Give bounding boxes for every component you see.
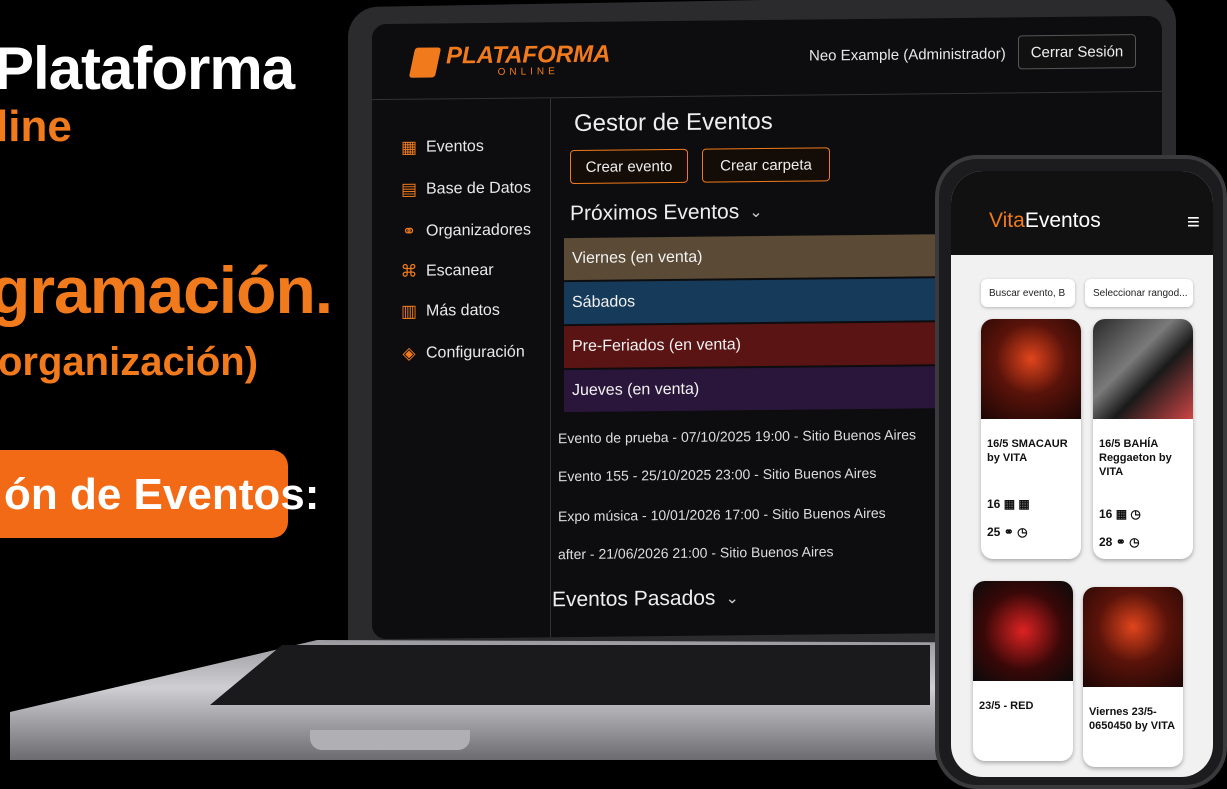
event-card-stat: 16 ▦ ▦ [987, 497, 1030, 511]
people-icon: ⚭ ◷ [1003, 525, 1028, 539]
sidebar-item-eventos[interactable]: ▦ Eventos [398, 137, 484, 158]
event-card-stat: 16 ▦ ◷ [1099, 507, 1141, 521]
logout-button[interactable]: Cerrar Sesión [1018, 34, 1136, 70]
event-card-title: 16/5 BAHÍA Reggaeton by VITA [1099, 438, 1172, 478]
past-events-label: Eventos Pasados [552, 586, 716, 612]
chevron-down-icon: ⌄ [749, 204, 763, 222]
calendar-icon: ▦ ▦ [1003, 497, 1030, 511]
create-folder-button[interactable]: Crear carpeta [702, 147, 830, 183]
app-header: PLATAFORMA ONLINE Neo Example (Administr… [372, 15, 1162, 101]
app-logo[interactable]: PLATAFORMA ONLINE [408, 40, 611, 79]
laptop-hinge [310, 730, 470, 750]
search-input[interactable]: Buscar evento, B [981, 279, 1075, 307]
sidebar-item-organizadores[interactable]: ⚭ Organizadores [398, 220, 531, 241]
sidebar-item-label: Base de Datos [426, 179, 531, 198]
range-select[interactable]: Seleccionar rangod... [1085, 279, 1193, 307]
promo-badge: ón de Eventos: [0, 450, 319, 538]
people-icon: ⚭ [401, 221, 417, 241]
event-card-title: 16/5 SMACAUR by VITA [987, 438, 1068, 464]
logo-name: PLATAFORMA [446, 40, 611, 70]
gear-icon: ◈ [402, 343, 416, 363]
event-card-title: Viernes 23/5-0650450 by VITA [1089, 706, 1176, 732]
event-card-image [1083, 587, 1183, 687]
event-card-stat-value: 16 [1099, 507, 1113, 521]
sidebar: ▦ Eventos ▤ Base de Datos ⚭ Organizadore… [372, 98, 551, 640]
scan-icon: ⌘ [400, 261, 418, 281]
create-event-button[interactable]: Crear evento [570, 148, 688, 185]
event-card-title: 23/5 - RED [979, 700, 1034, 712]
category-label: Viernes (en venta) [572, 248, 703, 268]
event-card[interactable]: 23/5 - RED [973, 581, 1073, 761]
category-label: Pre-Feriados (en venta) [572, 336, 741, 356]
laptop-keyboard [210, 645, 930, 705]
event-list-item[interactable]: Evento 155 - 25/10/2025 23:00 - Sitio Bu… [558, 465, 876, 484]
category-label: Jueves (en venta) [572, 380, 700, 400]
event-list-item[interactable]: Expo música - 10/01/2026 17:00 - Sitio B… [558, 505, 886, 524]
brand-part-a: Vita [989, 209, 1025, 232]
event-card-stat-value: 28 [1099, 535, 1113, 549]
sidebar-item-configuracion[interactable]: ◈ Configuración [398, 343, 525, 364]
sidebar-item-mas-datos[interactable]: ▥ Más datos [398, 301, 500, 322]
event-list-item[interactable]: after - 21/06/2026 21:00 - Sitio Buenos … [558, 543, 834, 562]
promo-title: Plataforma [0, 35, 295, 102]
past-events-toggle[interactable]: Eventos Pasados ⌄ [552, 586, 739, 612]
people-icon: ⚭ ◷ [1115, 535, 1140, 549]
sidebar-item-escanear[interactable]: ⌘ Escanear [398, 261, 494, 282]
event-card[interactable]: Viernes 23/5-0650450 by VITA [1083, 587, 1183, 767]
database-icon: ▤ [400, 179, 418, 199]
event-card-image [1093, 319, 1193, 419]
event-card-image [981, 319, 1081, 419]
sidebar-item-label: Eventos [426, 137, 484, 156]
sidebar-item-label: Más datos [426, 301, 500, 320]
phone-frame: VitaEventos ≡ Buscar evento, B Seleccion… [935, 155, 1227, 789]
calendar-icon: ▦ ◷ [1115, 507, 1141, 521]
sidebar-item-label: Configuración [426, 343, 525, 362]
chart-icon: ▥ [400, 301, 418, 321]
hamburger-menu-icon[interactable]: ≡ [1187, 209, 1200, 235]
upcoming-events-toggle[interactable]: Próximos Eventos ⌄ [570, 200, 763, 226]
category-label: Sábados [572, 293, 636, 312]
sidebar-item-label: Escanear [426, 261, 494, 280]
event-card-stat: 25 ⚭ ◷ [987, 525, 1028, 539]
promo-badge-label: ón de Eventos: [4, 470, 320, 519]
promo-subtitle: line [0, 102, 72, 151]
user-name: Neo Example (Administrador) [809, 45, 1006, 65]
brand-part-b: Eventos [1024, 209, 1101, 232]
promo-heading: gramación. [0, 253, 333, 327]
phone-header: VitaEventos ≡ [951, 171, 1213, 255]
upcoming-events-label: Próximos Eventos [570, 200, 740, 226]
ticket-icon [408, 46, 442, 78]
event-card[interactable]: 16/5 BAHÍA Reggaeton by VITA 16 ▦ ◷ 28 ⚭… [1093, 319, 1193, 559]
page-title: Gestor de Eventos [574, 107, 773, 138]
promo-subheading: organización) [0, 340, 259, 384]
chevron-down-icon: ⌄ [725, 590, 739, 608]
event-list-item[interactable]: Evento de prueba - 07/10/2025 19:00 - Si… [558, 426, 916, 446]
phone-screen: VitaEventos ≡ Buscar evento, B Seleccion… [951, 171, 1213, 777]
event-card[interactable]: 16/5 SMACAUR by VITA 16 ▦ ▦ 25 ⚭ ◷ [981, 319, 1081, 559]
sidebar-item-label: Organizadores [426, 221, 531, 240]
event-card-stat-value: 16 [987, 497, 1001, 511]
calendar-icon: ▦ [400, 137, 418, 157]
event-card-stat: 28 ⚭ ◷ [1099, 535, 1140, 549]
event-card-image [973, 581, 1073, 681]
phone-brand: VitaEventos [989, 209, 1101, 233]
sidebar-item-base-de-datos[interactable]: ▤ Base de Datos [398, 178, 531, 199]
event-card-stat-value: 25 [987, 525, 1001, 539]
